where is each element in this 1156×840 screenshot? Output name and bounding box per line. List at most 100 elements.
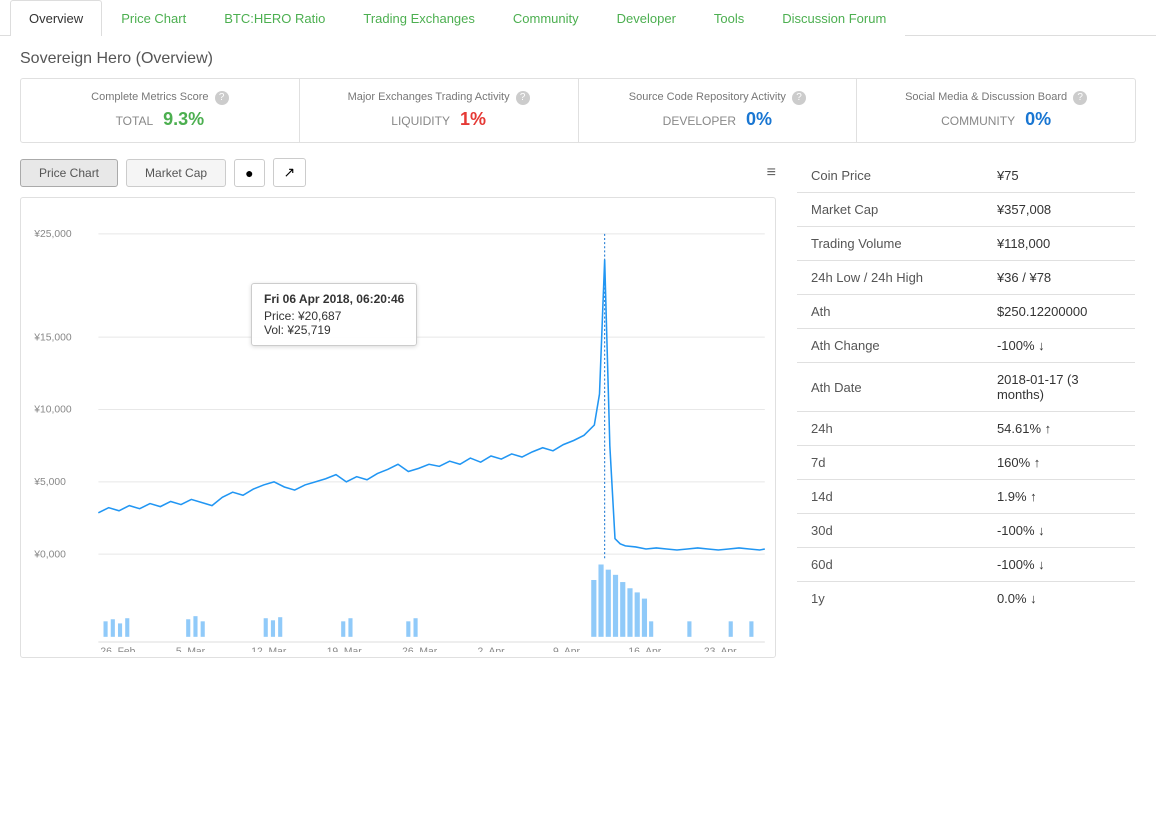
metrics-row: Complete Metrics Score ? TOTAL 9.3% Majo… bbox=[20, 78, 1136, 143]
price-chart-svg: ¥25,000 ¥15,000 ¥10,000 ¥5,000 ¥0,000 bbox=[26, 208, 770, 652]
coin-info-label: Trading Volume bbox=[797, 227, 983, 261]
x-label-apr16: 16. Apr bbox=[628, 646, 661, 652]
y-label-5000: ¥5,000 bbox=[33, 477, 66, 488]
coin-info-row: Coin Price¥75 bbox=[797, 159, 1136, 193]
coin-info-row: 60d-100% ↓ bbox=[797, 548, 1136, 582]
coin-info-label: 7d bbox=[797, 446, 983, 480]
x-label-apr23: 23. Apr bbox=[704, 646, 737, 652]
metric-community-prefix: COMMUNITY bbox=[941, 114, 1015, 128]
coin-info-value: -100% ↓ bbox=[983, 548, 1136, 582]
dot-icon-button[interactable]: ● bbox=[234, 159, 264, 187]
nav-tabs: Overview Price Chart BTC:HERO Ratio Trad… bbox=[0, 0, 1156, 36]
coin-info-label: 30d bbox=[797, 514, 983, 548]
x-label-apr9: 9. Apr bbox=[553, 646, 581, 652]
coin-info-value: 1.9% ↑ bbox=[983, 480, 1136, 514]
metric-liquidity-number: 1% bbox=[460, 109, 486, 129]
metric-total: Complete Metrics Score ? TOTAL 9.3% bbox=[21, 79, 300, 142]
metric-liquidity-label: Major Exchanges Trading Activity bbox=[348, 91, 510, 103]
metric-liquidity-value: LIQUIDITY 1% bbox=[310, 109, 568, 130]
coin-info-row: Ath$250.12200000 bbox=[797, 295, 1136, 329]
coin-info-table: Coin Price¥75Market Cap¥357,008Trading V… bbox=[796, 158, 1136, 616]
coin-info-row: 1y0.0% ↓ bbox=[797, 582, 1136, 616]
metric-developer-value: DEVELOPER 0% bbox=[589, 109, 847, 130]
coin-info-panel: Coin Price¥75Market Cap¥357,008Trading V… bbox=[796, 158, 1136, 658]
metric-community-value: COMMUNITY 0% bbox=[867, 109, 1125, 130]
metric-total-info-icon[interactable]: ? bbox=[215, 91, 229, 105]
coin-info-row: 7d160% ↑ bbox=[797, 446, 1136, 480]
coin-info-row: Market Cap¥357,008 bbox=[797, 193, 1136, 227]
tab-btc-ratio[interactable]: BTC:HERO Ratio bbox=[205, 0, 344, 36]
metric-total-number: 9.3% bbox=[163, 109, 204, 129]
metric-community-number: 0% bbox=[1025, 109, 1051, 129]
tab-tools[interactable]: Tools bbox=[695, 0, 763, 36]
metric-developer-prefix: DEVELOPER bbox=[663, 114, 736, 128]
metric-liquidity-prefix: LIQUIDITY bbox=[391, 114, 450, 128]
chart-area: Price Chart Market Cap ● ↗ ≡ ¥25,000 ¥15… bbox=[20, 158, 776, 658]
coin-info-label: 24h bbox=[797, 412, 983, 446]
x-label-feb: 26. Feb bbox=[100, 646, 135, 652]
price-line bbox=[98, 260, 764, 550]
x-label-mar19: 19. Mar bbox=[327, 646, 363, 652]
metric-total-prefix: TOTAL bbox=[116, 114, 154, 128]
chart-controls: Price Chart Market Cap ● ↗ ≡ bbox=[20, 158, 776, 187]
metric-developer-info-icon[interactable]: ? bbox=[792, 91, 806, 105]
x-label-mar5: 5. Mar bbox=[176, 646, 206, 652]
coin-info-label: Ath Change bbox=[797, 329, 983, 363]
metric-community: Social Media & Discussion Board ? COMMUN… bbox=[857, 79, 1135, 142]
tab-community[interactable]: Community bbox=[494, 0, 598, 36]
page-title: Sovereign Hero (Overview) bbox=[0, 36, 1156, 78]
coin-info-label: Coin Price bbox=[797, 159, 983, 193]
coin-info-row: 30d-100% ↓ bbox=[797, 514, 1136, 548]
coin-info-label: 24h Low / 24h High bbox=[797, 261, 983, 295]
tab-developer[interactable]: Developer bbox=[598, 0, 695, 36]
volume-bars bbox=[104, 564, 754, 636]
coin-info-value: -100% ↓ bbox=[983, 329, 1136, 363]
metric-developer-number: 0% bbox=[746, 109, 772, 129]
coin-info-label: 1y bbox=[797, 582, 983, 616]
coin-info-row: Ath Change-100% ↓ bbox=[797, 329, 1136, 363]
coin-info-row: 24h Low / 24h High¥36 / ¥78 bbox=[797, 261, 1136, 295]
coin-info-label: 14d bbox=[797, 480, 983, 514]
x-label-mar12: 12. Mar bbox=[251, 646, 287, 652]
coin-info-row: Trading Volume¥118,000 bbox=[797, 227, 1136, 261]
coin-info-row: Ath Date2018-01-17 (3 months) bbox=[797, 363, 1136, 412]
price-chart-button[interactable]: Price Chart bbox=[20, 159, 118, 187]
coin-info-value: 2018-01-17 (3 months) bbox=[983, 363, 1136, 412]
coin-info-row: 14d1.9% ↑ bbox=[797, 480, 1136, 514]
x-label-mar26: 26. Mar bbox=[402, 646, 438, 652]
coin-info-value: ¥75 bbox=[983, 159, 1136, 193]
metric-community-info-icon[interactable]: ? bbox=[1073, 91, 1087, 105]
coin-info-value: ¥36 / ¥78 bbox=[983, 261, 1136, 295]
trend-icon-button[interactable]: ↗ bbox=[273, 158, 307, 187]
coin-info-value: ¥118,000 bbox=[983, 227, 1136, 261]
metric-developer-label: Source Code Repository Activity bbox=[629, 91, 786, 103]
coin-info-value: 54.61% ↑ bbox=[983, 412, 1136, 446]
main-content: Price Chart Market Cap ● ↗ ≡ ¥25,000 ¥15… bbox=[0, 158, 1156, 658]
market-cap-button[interactable]: Market Cap bbox=[126, 159, 226, 187]
y-label-10000: ¥10,000 bbox=[33, 405, 72, 416]
tab-price-chart[interactable]: Price Chart bbox=[102, 0, 205, 36]
metric-community-label: Social Media & Discussion Board bbox=[905, 91, 1067, 103]
tab-trading[interactable]: Trading Exchanges bbox=[344, 0, 494, 36]
coin-info-label: 60d bbox=[797, 548, 983, 582]
coin-info-label: Market Cap bbox=[797, 193, 983, 227]
chart-menu-icon[interactable]: ≡ bbox=[767, 164, 776, 182]
price-chart-container: ¥25,000 ¥15,000 ¥10,000 ¥5,000 ¥0,000 bbox=[20, 197, 776, 658]
coin-info-value: ¥357,008 bbox=[983, 193, 1136, 227]
coin-info-label: Ath bbox=[797, 295, 983, 329]
metric-liquidity-info-icon[interactable]: ? bbox=[516, 91, 530, 105]
y-label-0: ¥0,000 bbox=[33, 549, 66, 560]
x-label-apr2: 2. Apr bbox=[478, 646, 506, 652]
coin-info-row: 24h54.61% ↑ bbox=[797, 412, 1136, 446]
coin-info-value: 160% ↑ bbox=[983, 446, 1136, 480]
coin-info-value: $250.12200000 bbox=[983, 295, 1136, 329]
metric-developer: Source Code Repository Activity ? DEVELO… bbox=[579, 79, 858, 142]
tab-discussion[interactable]: Discussion Forum bbox=[763, 0, 905, 36]
tab-overview[interactable]: Overview bbox=[10, 0, 102, 36]
metric-total-label: Complete Metrics Score bbox=[91, 91, 208, 103]
metric-total-value: TOTAL 9.3% bbox=[31, 109, 289, 130]
coin-info-value: 0.0% ↓ bbox=[983, 582, 1136, 616]
coin-info-value: -100% ↓ bbox=[983, 514, 1136, 548]
y-label-15000: ¥15,000 bbox=[33, 332, 72, 343]
y-label-25000: ¥25,000 bbox=[33, 229, 72, 240]
